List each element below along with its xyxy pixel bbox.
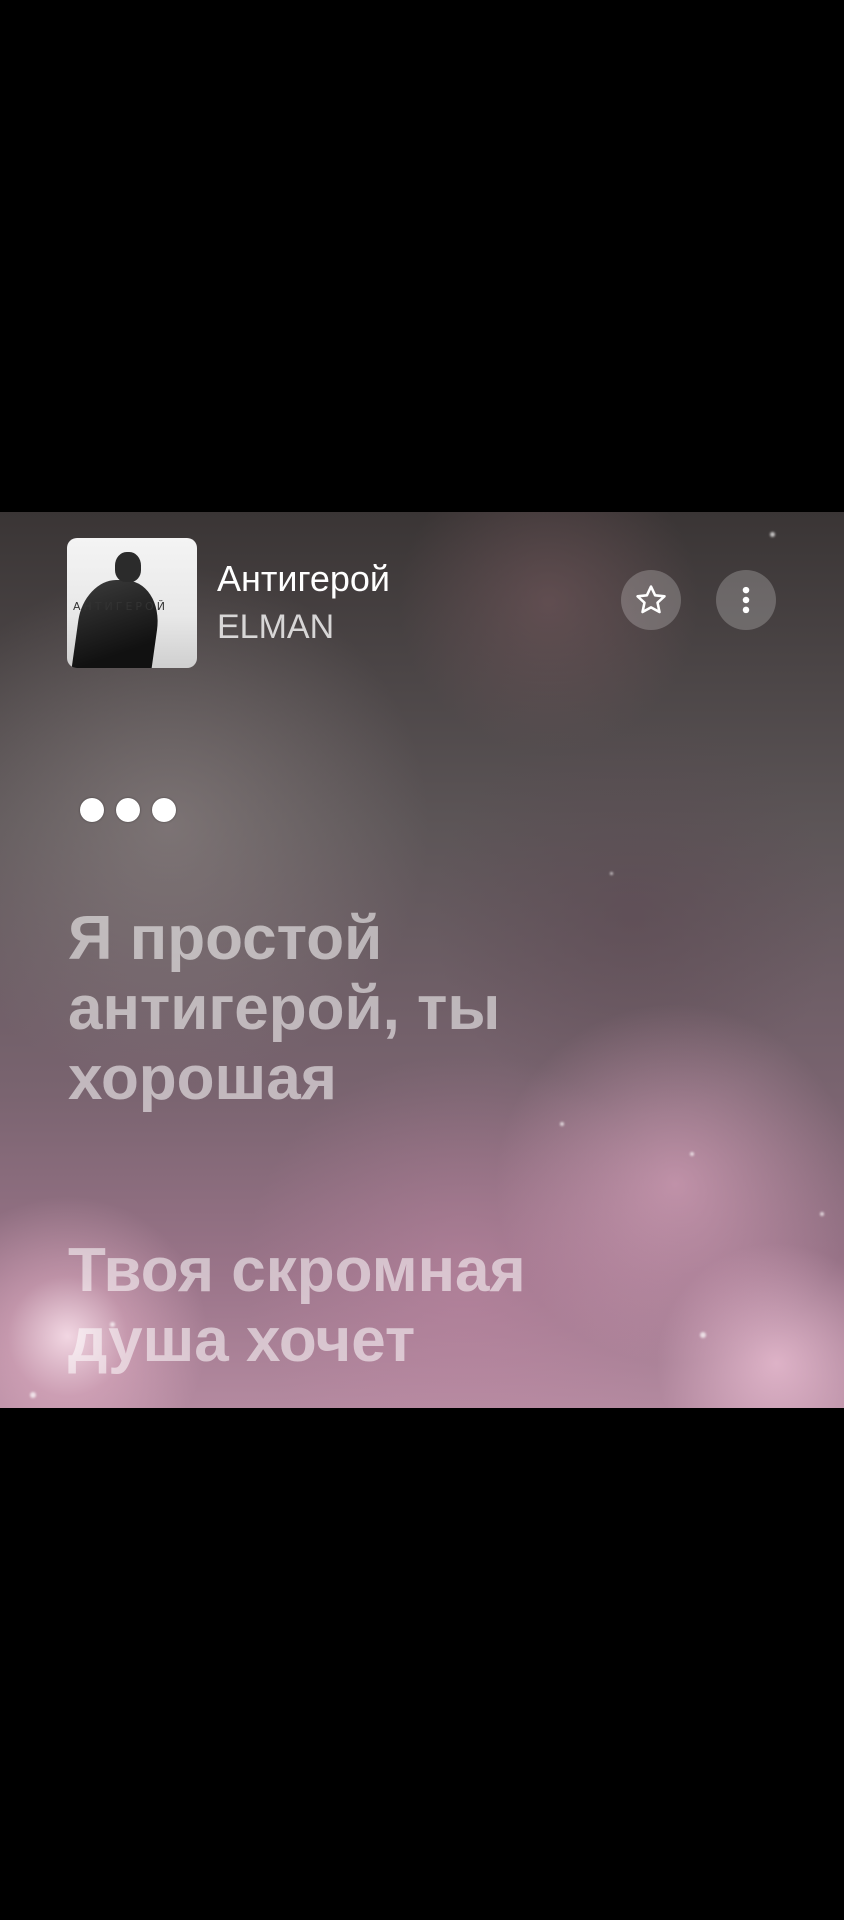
interlude-dot bbox=[80, 798, 104, 822]
star-icon bbox=[636, 585, 666, 614]
more-options-button[interactable] bbox=[716, 570, 776, 630]
lyric-line[interactable]: Я простой антигерой, ты хорошая bbox=[68, 904, 688, 1114]
lyrics-screen: АНТИГЕРОЙ Антигерой ELMAN Я простой анти… bbox=[0, 512, 844, 1408]
interlude-dot bbox=[152, 798, 176, 822]
album-cover[interactable]: АНТИГЕРОЙ bbox=[67, 538, 197, 668]
cover-title: АНТИГЕРОЙ bbox=[73, 600, 168, 613]
more-vertical-icon bbox=[742, 586, 750, 614]
interlude-dot bbox=[116, 798, 140, 822]
cover-figure bbox=[69, 580, 165, 668]
lyric-line[interactable]: Твоя скромная душа хочет bbox=[68, 1236, 688, 1376]
lyrics-interlude-indicator bbox=[80, 798, 176, 822]
track-artist[interactable]: ELMAN bbox=[217, 608, 334, 647]
cover-figure-head bbox=[115, 552, 141, 582]
now-playing-header: АНТИГЕРОЙ Антигерой ELMAN bbox=[67, 538, 777, 668]
track-title[interactable]: Антигерой bbox=[217, 558, 390, 600]
favorite-button[interactable] bbox=[621, 570, 681, 630]
